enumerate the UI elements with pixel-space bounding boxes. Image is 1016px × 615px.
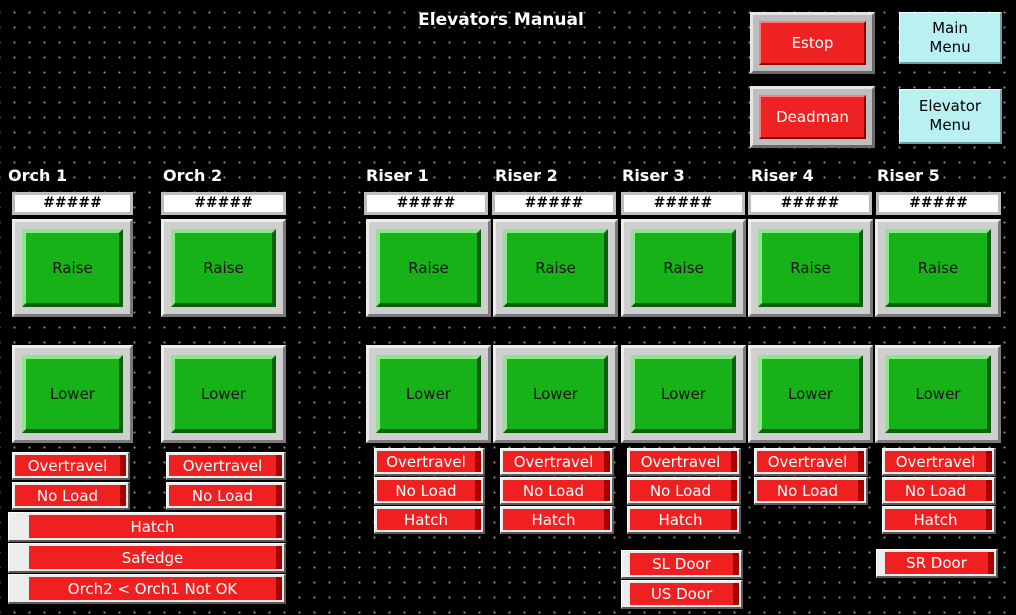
sl-door-label: SL Door <box>652 555 711 573</box>
lower-label: Lower <box>915 385 961 403</box>
no-load-label: No Load <box>522 481 585 500</box>
estop-button[interactable]: Estop <box>750 12 875 74</box>
overtravel-label: Overtravel <box>640 452 721 471</box>
raise-label: Raise <box>52 259 93 277</box>
raise-button-riser-1[interactable]: Raise <box>366 219 491 317</box>
lower-label: Lower <box>661 385 706 403</box>
deadman-button-face: Deadman <box>759 95 866 139</box>
no-load-label: No Load <box>649 481 712 500</box>
orch-position-check-indicator: Orch2 < Orch1 Not OK <box>8 574 286 604</box>
raise-label: Raise <box>535 259 576 277</box>
no-load-indicator-orch-2: No Load <box>166 482 286 510</box>
lower-button-orch-2[interactable]: Lower <box>161 345 286 443</box>
main-menu-button[interactable]: Main Menu <box>899 12 1002 64</box>
position-readout-riser-3: ##### <box>621 192 745 215</box>
lower-button-riser-4[interactable]: Lower <box>748 345 873 443</box>
overtravel-label: Overtravel <box>767 452 848 471</box>
no-load-indicator-riser-4: No Load <box>754 477 868 505</box>
lower-button-riser-2[interactable]: Lower <box>493 345 618 443</box>
elevator-menu-button[interactable]: Elevator Menu <box>899 89 1002 144</box>
raise-button-orch-2[interactable]: Raise <box>161 219 286 317</box>
column-label-orch-1: Orch 1 <box>8 166 68 185</box>
raise-label: Raise <box>917 259 959 277</box>
overtravel-indicator-riser-5: Overtravel <box>882 448 996 476</box>
lower-label: Lower <box>406 385 451 403</box>
raise-button-riser-5[interactable]: Raise <box>875 219 1001 317</box>
position-readout-orch-2: ##### <box>161 192 286 215</box>
overtravel-label: Overtravel <box>386 452 466 471</box>
position-readout-riser-5: ##### <box>876 192 1001 215</box>
hatch-label: Hatch <box>658 510 703 529</box>
column-label-riser-1: Riser 1 <box>366 166 429 185</box>
overtravel-label: Overtravel <box>895 452 976 471</box>
orch-check-label: Orch2 < Orch1 Not OK <box>67 579 238 598</box>
lower-label: Lower <box>201 385 246 403</box>
overtravel-indicator-orch-2: Overtravel <box>166 452 286 480</box>
lower-button-riser-5[interactable]: Lower <box>875 345 1001 443</box>
overtravel-indicator-riser-2: Overtravel <box>500 448 614 476</box>
position-readout-orch-1: ##### <box>12 192 133 215</box>
sl-door-indicator: SL Door <box>621 550 743 579</box>
lower-label: Lower <box>50 385 95 403</box>
us-door-indicator: US Door <box>621 580 743 609</box>
no-load-label: No Load <box>191 486 254 505</box>
hatch-indicator-riser-3: Hatch <box>627 506 741 534</box>
lower-label: Lower <box>788 385 833 403</box>
safedge-indicator-orch: Safedge <box>8 543 286 573</box>
position-readout-riser-2: ##### <box>492 192 616 215</box>
overtravel-indicator-riser-4: Overtravel <box>754 448 868 476</box>
deadman-button[interactable]: Deadman <box>750 86 875 148</box>
column-label-riser-5: Riser 5 <box>877 166 940 185</box>
no-load-indicator-riser-1: No Load <box>374 477 485 505</box>
hatch-label: Hatch <box>130 517 175 536</box>
no-load-label: No Load <box>904 481 967 500</box>
raise-button-riser-4[interactable]: Raise <box>748 219 873 317</box>
overtravel-indicator-orch-1: Overtravel <box>12 452 130 480</box>
column-label-orch-2: Orch 2 <box>163 166 223 185</box>
no-load-indicator-riser-5: No Load <box>882 477 996 505</box>
position-readout-riser-4: ##### <box>748 192 872 215</box>
raise-label: Raise <box>408 259 449 277</box>
position-readout-riser-1: ##### <box>364 192 488 215</box>
sr-door-label: SR Door <box>906 554 967 572</box>
hatch-label: Hatch <box>403 510 449 529</box>
estop-button-label: Estop <box>791 34 834 52</box>
overtravel-label: Overtravel <box>513 452 594 471</box>
overtravel-indicator-riser-3: Overtravel <box>627 448 741 476</box>
no-load-indicator-riser-3: No Load <box>627 477 741 505</box>
raise-button-riser-3[interactable]: Raise <box>621 219 746 317</box>
hatch-indicator-orch: Hatch <box>8 512 286 542</box>
us-door-label: US Door <box>650 585 713 603</box>
lower-label: Lower <box>533 385 578 403</box>
lower-button-riser-3[interactable]: Lower <box>621 345 746 443</box>
no-load-label: No Load <box>776 481 839 500</box>
raise-button-orch-1[interactable]: Raise <box>12 219 133 317</box>
hatch-indicator-riser-2: Hatch <box>500 506 614 534</box>
raise-label: Raise <box>790 259 831 277</box>
overtravel-label: Overtravel <box>182 456 263 475</box>
no-load-indicator-riser-2: No Load <box>500 477 614 505</box>
overtravel-indicator-riser-1: Overtravel <box>374 448 485 476</box>
raise-button-riser-2[interactable]: Raise <box>493 219 618 317</box>
raise-label: Raise <box>663 259 704 277</box>
hatch-indicator-riser-1: Hatch <box>374 506 485 534</box>
safedge-label: Safedge <box>121 548 184 567</box>
estop-button-face: Estop <box>759 21 866 65</box>
column-label-riser-2: Riser 2 <box>495 166 558 185</box>
hatch-label: Hatch <box>913 510 958 529</box>
no-load-indicator-orch-1: No Load <box>12 482 130 510</box>
hatch-indicator-riser-5: Hatch <box>882 506 996 534</box>
deadman-button-label: Deadman <box>776 108 849 126</box>
column-label-riser-4: Riser 4 <box>751 166 814 185</box>
hatch-label: Hatch <box>531 510 576 529</box>
sr-door-indicator: SR Door <box>876 549 998 578</box>
overtravel-label: Overtravel <box>27 456 108 475</box>
lower-button-riser-1[interactable]: Lower <box>366 345 491 443</box>
raise-label: Raise <box>203 259 244 277</box>
lower-button-orch-1[interactable]: Lower <box>12 345 133 443</box>
no-load-label: No Load <box>395 481 457 500</box>
no-load-label: No Load <box>36 486 99 505</box>
column-label-riser-3: Riser 3 <box>622 166 685 185</box>
